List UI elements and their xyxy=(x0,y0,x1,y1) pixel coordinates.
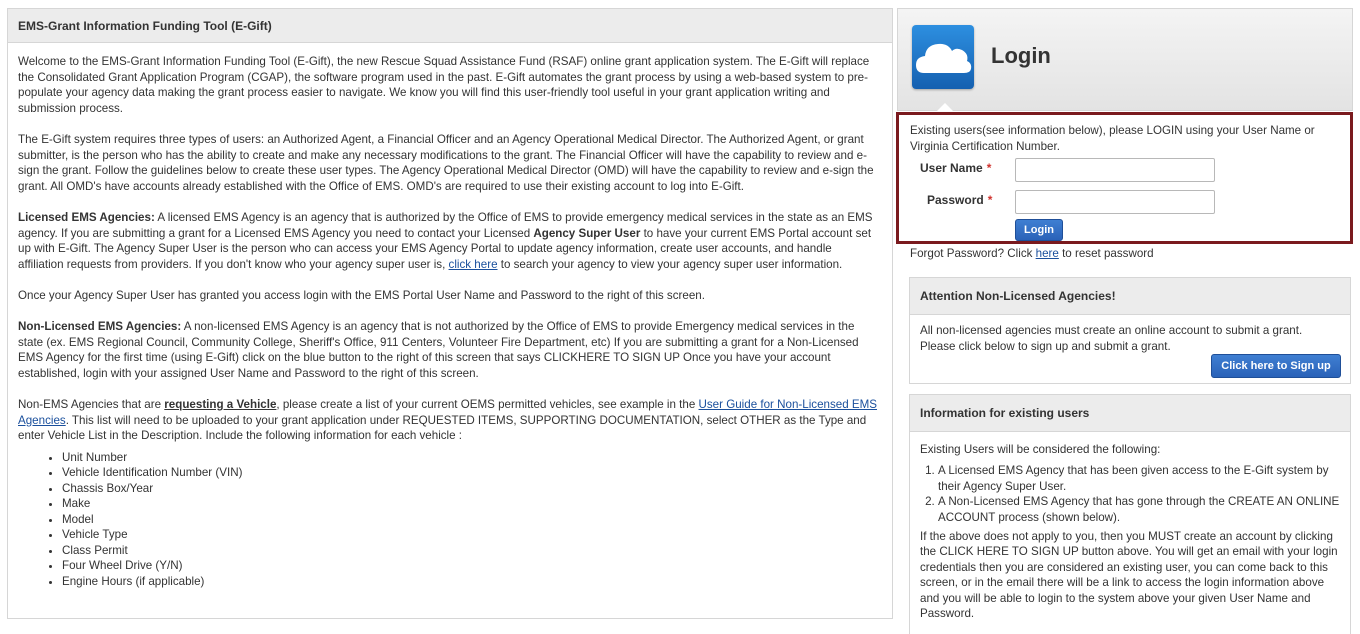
password-label-text: Password xyxy=(927,193,984,207)
non-licensed-heading: Non-Licensed EMS Agencies: xyxy=(18,320,182,334)
forgot-text-b: to reset password xyxy=(1058,247,1154,260)
cloud-icon xyxy=(912,25,974,89)
password-label: Password * xyxy=(927,193,992,207)
list-item: Chassis Box/Year xyxy=(62,481,880,497)
list-item: Make xyxy=(62,496,880,512)
licensed-agencies-paragraph: Licensed EMS Agencies: A licensed EMS Ag… xyxy=(18,210,880,272)
required-marker: * xyxy=(987,193,993,207)
login-access-paragraph: Once your Agency Super User has granted … xyxy=(18,288,705,302)
login-title: Login xyxy=(991,43,1051,68)
vehicle-text-a: Non-EMS Agencies that are xyxy=(18,398,165,412)
password-input[interactable] xyxy=(1015,190,1215,214)
info-body: Existing Users will be considered the fo… xyxy=(920,442,1345,627)
super-user-search-link[interactable]: click here xyxy=(449,258,498,271)
list-item: Vehicle Type xyxy=(62,527,880,543)
non-licensed-panel: Attention Non-Licensed Agencies! All non… xyxy=(909,277,1351,384)
vehicle-paragraph: Non-EMS Agencies that are requesting a V… xyxy=(18,397,880,444)
forgot-password-row: Forgot Password? Click here to reset pas… xyxy=(910,247,1154,260)
info-title: Information for existing users xyxy=(910,395,1350,432)
list-item: Vehicle Identification Number (VIN) xyxy=(62,465,880,481)
attention-text: All non-licensed agencies must create an… xyxy=(920,324,1303,353)
username-label-text: User Name xyxy=(920,161,983,175)
sign-up-button[interactable]: Click here to Sign up xyxy=(1211,354,1341,378)
vehicle-text-b: , please create a list of your current O… xyxy=(276,398,699,412)
header-pointer xyxy=(936,103,954,112)
non-licensed-agencies-paragraph: Non-Licensed EMS Agencies: A non-license… xyxy=(18,319,880,381)
login-button[interactable]: Login xyxy=(1015,219,1063,241)
attention-title: Attention Non-Licensed Agencies! xyxy=(910,278,1350,315)
licensed-heading: Licensed EMS Agencies: xyxy=(18,210,155,224)
licensed-text-c: to search your agency to view your agenc… xyxy=(497,257,843,271)
panel-title: EMS-Grant Information Funding Tool (E-Gi… xyxy=(8,9,892,43)
username-input[interactable] xyxy=(1015,158,1215,182)
list-item: Unit Number xyxy=(62,450,880,466)
list-item: A Non-Licensed EMS Agency that has gone … xyxy=(938,494,1345,525)
username-label: User Name * xyxy=(920,161,991,175)
egift-info-panel: EMS-Grant Information Funding Tool (E-Gi… xyxy=(7,8,893,619)
required-marker: * xyxy=(986,161,992,175)
existing-user-criteria: A Licensed EMS Agency that has been give… xyxy=(920,463,1345,525)
super-user-term: Agency Super User xyxy=(533,226,641,240)
login-instructions: Existing users(see information below), p… xyxy=(910,124,1315,153)
vehicle-text-c: . This list will need to be uploaded to … xyxy=(18,413,867,443)
user-types-paragraph: The E-Gift system requires three types o… xyxy=(18,132,874,193)
info-text: If the above does not apply to you, then… xyxy=(920,530,1338,621)
reset-password-link[interactable]: here xyxy=(1036,247,1059,260)
forgot-text-a: Forgot Password? Click xyxy=(910,247,1036,260)
intro-paragraph: Welcome to the EMS-Grant Information Fun… xyxy=(18,55,870,115)
list-item: A Licensed EMS Agency that has been give… xyxy=(938,463,1345,494)
list-item: Engine Hours (if applicable) xyxy=(62,574,880,590)
list-item: Class Permit xyxy=(62,543,880,559)
login-header: Login xyxy=(897,8,1353,112)
panel-body: Welcome to the EMS-Grant Information Fun… xyxy=(8,43,892,589)
requesting-vehicle-term: requesting a Vehicle xyxy=(164,398,277,412)
info-lead: Existing Users will be considered the fo… xyxy=(920,443,1161,456)
vehicle-info-list: Unit Number Vehicle Identification Numbe… xyxy=(18,450,880,590)
login-form: Existing users(see information below), p… xyxy=(896,112,1353,244)
list-item: Model xyxy=(62,512,880,528)
existing-users-panel: Information for existing users Existing … xyxy=(909,394,1351,634)
list-item: Four Wheel Drive (Y/N) xyxy=(62,558,880,574)
